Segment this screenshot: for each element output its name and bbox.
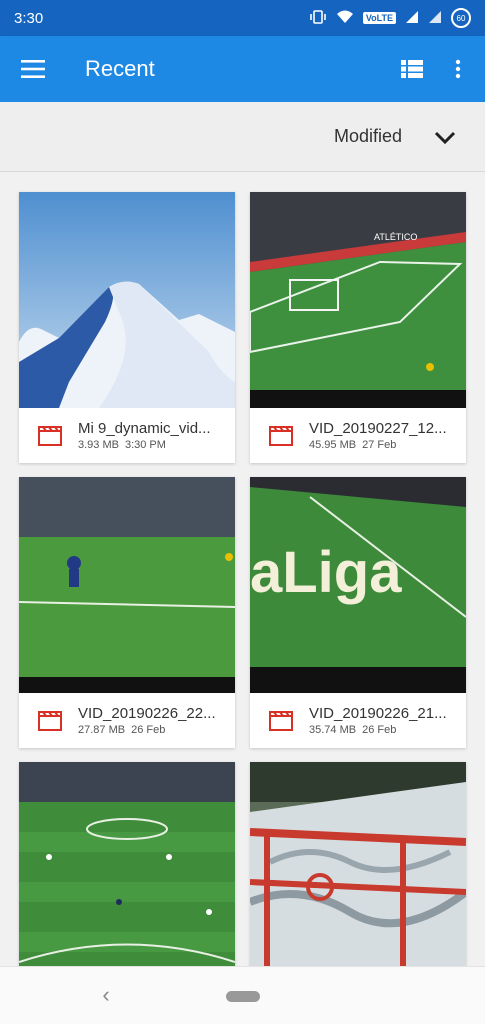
volte-icon: VoLTE	[362, 12, 396, 24]
file-thumbnail[interactable]: ATLÉTICO	[250, 192, 466, 408]
file-thumbnail[interactable]	[19, 477, 235, 693]
file-meta: Mi 9_dynamic_vid... 3.93 MB 3:30 PM	[19, 408, 235, 463]
more-options-button[interactable]	[435, 46, 481, 92]
file-size: 3.93 MB	[78, 439, 119, 451]
file-size: 45.95 MB	[309, 439, 357, 451]
status-bar: 3:30 VoLTE 60	[0, 0, 485, 36]
video-icon	[37, 709, 63, 733]
file-card[interactable]: Mi 9_dynamic_vid... 3.93 MB 3:30 PM	[19, 192, 235, 463]
status-icons: VoLTE 60	[309, 8, 471, 28]
file-card[interactable]: ATLÉTICO VID_20190227_12... 45.95 MB 27 F…	[250, 192, 466, 463]
file-date: 27 Feb	[362, 439, 397, 451]
file-info: 27.87 MB 26 Feb	[78, 724, 226, 736]
file-name: VID_20190226_21...	[309, 705, 447, 722]
menu-icon	[21, 60, 45, 78]
sort-toggle-button[interactable]	[425, 118, 465, 158]
file-info: 35.74 MB 26 Feb	[309, 724, 457, 736]
file-card[interactable]: aLiga VID_20190226_21... 35.74 MB 26 Feb	[250, 477, 466, 748]
file-thumbnail[interactable]	[250, 762, 466, 978]
file-name: Mi 9_dynamic_vid...	[78, 420, 211, 437]
chevron-down-icon	[434, 131, 456, 145]
file-size: 35.74 MB	[309, 724, 357, 736]
laliga-overlay-text: aLiga	[250, 540, 402, 605]
file-date: 3:30 PM	[124, 439, 166, 451]
file-thumbnail[interactable]	[19, 192, 235, 408]
home-pill-icon[interactable]	[226, 991, 260, 1002]
file-meta: VID_20190227_12... 45.95 MB 27 Feb	[250, 408, 466, 463]
video-icon	[268, 424, 294, 448]
system-nav-bar: ‹	[0, 966, 485, 1024]
file-thumbnail[interactable]: aLiga	[250, 477, 466, 693]
page-title: Recent	[85, 56, 155, 81]
vibrate-icon	[309, 9, 327, 27]
signal-icon	[405, 10, 419, 27]
list-view-button[interactable]	[389, 46, 435, 92]
stadium-banner-text: ATLÉTICO	[374, 232, 417, 242]
sort-label[interactable]: Modified	[334, 126, 402, 147]
file-info: 3.93 MB 3:30 PM	[78, 439, 226, 451]
file-date: 26 Feb	[131, 724, 166, 736]
file-card[interactable]: VID_20190226_22... 27.87 MB 26 Feb	[19, 477, 235, 748]
file-size: 27.87 MB	[78, 724, 126, 736]
file-date: 26 Feb	[362, 724, 397, 736]
file-meta: VID_20190226_21... 35.74 MB 26 Feb	[250, 693, 466, 748]
menu-button[interactable]	[0, 36, 66, 102]
status-time: 3:30	[14, 9, 44, 27]
video-icon	[268, 709, 294, 733]
file-name: VID_20190226_22...	[78, 705, 216, 722]
file-thumbnail[interactable]	[19, 762, 235, 978]
video-icon	[37, 424, 63, 448]
list-view-icon	[401, 60, 423, 78]
battery-icon: 60	[451, 8, 471, 28]
app-bar: Recent	[0, 36, 485, 102]
wifi-icon	[336, 10, 354, 27]
file-meta: VID_20190226_22... 27.87 MB 26 Feb	[19, 693, 235, 748]
back-icon[interactable]: ‹	[96, 983, 116, 1007]
sort-bar: Modified	[0, 102, 485, 172]
file-info: 45.95 MB 27 Feb	[309, 439, 457, 451]
signal-icon	[428, 10, 442, 27]
file-name: VID_20190227_12...	[309, 420, 447, 437]
more-vert-icon	[455, 59, 461, 79]
